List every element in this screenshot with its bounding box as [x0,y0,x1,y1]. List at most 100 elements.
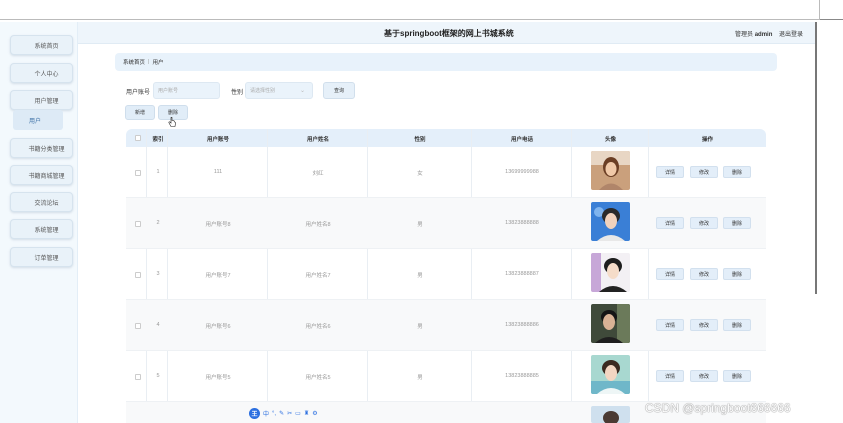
account-label: 用户账号 [126,90,151,96]
gear-icon[interactable]: ⚙ [312,410,317,417]
sidebar-subitem-user[interactable]: 用户 [13,110,63,130]
vertical-scrollbar[interactable] [815,22,817,294]
sidebar-item-system[interactable]: 系统管理 [10,219,73,239]
window-frame-line [0,0,820,20]
header-operations: 操作 [701,137,713,143]
row-checkbox[interactable] [135,374,141,380]
sidebar-item-label: 系统首页 [34,43,59,50]
avatar[interactable] [591,253,630,292]
cell-name: 用户姓名8 [305,222,331,228]
admin-info: 管理员 admin [735,29,772,38]
cell-index: 4 [156,322,160,328]
detail-button[interactable]: 详情 [656,166,684,178]
ime-logo-icon[interactable]: 王 [249,408,260,419]
row-checkbox[interactable] [135,221,141,227]
edit-button[interactable]: 修改 [690,370,718,382]
row-checkbox[interactable] [135,170,141,176]
avatar[interactable] [591,304,630,343]
header-name: 用户姓名 [306,137,329,143]
sidebar-item-label: 个人中心 [34,71,59,78]
shirt-icon[interactable]: ♜ [304,410,309,417]
cell-phone: 13823888888 [505,220,539,226]
edit-button[interactable]: 修改 [690,319,718,331]
breadcrumb: 系统首页 | 用户 [115,53,777,71]
sidebar-item-label: 交流论坛 [34,200,59,207]
account-input[interactable]: 用户账号 [153,82,220,99]
avatar[interactable] [591,202,630,241]
row-delete-button[interactable]: 删除 [723,217,751,229]
sidebar-item-home[interactable]: 系统首页 [10,35,73,55]
cell-account: 用户账号8 [205,222,231,228]
cell-index: 5 [156,373,160,379]
window-frame-corner [820,0,843,20]
edit-button[interactable]: 修改 [690,217,718,229]
row-checkbox[interactable] [135,323,141,329]
cell-gender: 女 [417,171,423,177]
admin-prefix: 管理员 [735,32,754,38]
cell-phone: 13699999988 [505,169,539,175]
row-delete-button[interactable]: 删除 [723,268,751,280]
app-title: 基于springboot框架的网上书城系统 [384,29,514,38]
detail-button[interactable]: 详情 [656,370,684,382]
add-button[interactable]: 新增 [125,105,155,120]
breadcrumb-home[interactable]: 系统首页 [123,58,145,66]
cell-index: 2 [156,220,160,226]
logout-link[interactable]: 退出登录 [779,29,803,38]
header-avatar: 头像 [604,137,616,143]
row-delete-button[interactable]: 删除 [723,370,751,382]
ime-mode[interactable]: 中 [263,409,269,418]
cell-name: 刘红 [312,171,324,177]
detail-button[interactable]: 详情 [656,268,684,280]
pen-icon[interactable]: ✎ [279,410,284,417]
sidebar-item-label: 订单管理 [34,255,59,262]
cell-account: 用户账号7 [205,273,231,279]
header-index: 索引 [152,137,164,143]
select-all-checkbox[interactable] [135,135,141,141]
cell-account: 用户账号5 [205,375,231,381]
sidebar-item-book-store[interactable]: 书籍商城管理 [10,165,73,185]
query-button[interactable]: 查询 [323,82,355,99]
avatar[interactable] [591,355,630,394]
edit-button[interactable]: 修改 [690,166,718,178]
avatar[interactable] [591,406,630,423]
table-row: 1 111 刘红 女 13699999988 详情 修改 删除 [126,147,766,198]
row-delete-button[interactable]: 删除 [723,166,751,178]
sidebar-item-user-management[interactable]: 用户管理 [10,90,73,110]
sidebar-item-label: 用户管理 [34,98,59,105]
row-checkbox[interactable] [135,272,141,278]
sidebar-item-profile[interactable]: 个人中心 [10,63,73,83]
cell-account: 用户账号6 [205,324,231,330]
account-placeholder: 用户账号 [158,88,179,94]
cell-gender: 男 [417,324,423,330]
sidebar-item-orders[interactable]: 订单管理 [10,247,73,267]
table-row: 5 用户账号5 用户姓名5 男 13823888885 详情 修改 删除 [126,351,766,402]
punctuation-icon[interactable]: °, [272,411,276,417]
breadcrumb-current: 用户 [152,60,164,66]
cell-gender: 男 [417,222,423,228]
cell-name: 用户姓名6 [305,324,331,330]
admin-name: admin [754,32,773,38]
keyboard-icon[interactable]: ▭ [295,410,301,417]
scissors-icon[interactable]: ✂ [287,410,292,417]
avatar[interactable] [591,151,630,190]
sidebar-item-forum[interactable]: 交流论坛 [10,192,73,212]
gender-select[interactable]: 请选择性别 ⌄ [245,82,313,99]
watermark: CSDN @springboot666666 [645,401,791,415]
header-phone: 用户电话 [510,137,533,143]
table-row: 3 用户账号7 用户姓名7 男 13823888887 详情 修改 删除 [126,249,766,300]
sidebar-item-label: 书籍商城管理 [28,173,65,180]
user-table: 索引 用户账号 用户姓名 性别 用户电话 头像 操作 1 111 刘红 女 13… [126,129,766,423]
detail-button[interactable]: 详情 [656,217,684,229]
cell-gender: 男 [417,273,423,279]
breadcrumb-separator: | [148,59,150,65]
sidebar-item-book-category[interactable]: 书籍分类管理 [10,138,73,158]
cell-index: 3 [156,271,160,277]
top-header: 基于springboot框架的网上书城系统 管理员 admin 退出登录 [78,22,815,44]
cell-index: 1 [156,169,160,175]
row-delete-button[interactable]: 删除 [723,319,751,331]
sidebar-item-label: 书籍分类管理 [28,146,65,153]
edit-button[interactable]: 修改 [690,268,718,280]
table-header: 索引 用户账号 用户姓名 性别 用户电话 头像 操作 [126,129,766,147]
ime-toolbar[interactable]: 王 中 °, ✎ ✂ ▭ ♜ ⚙ [249,407,333,420]
detail-button[interactable]: 详情 [656,319,684,331]
